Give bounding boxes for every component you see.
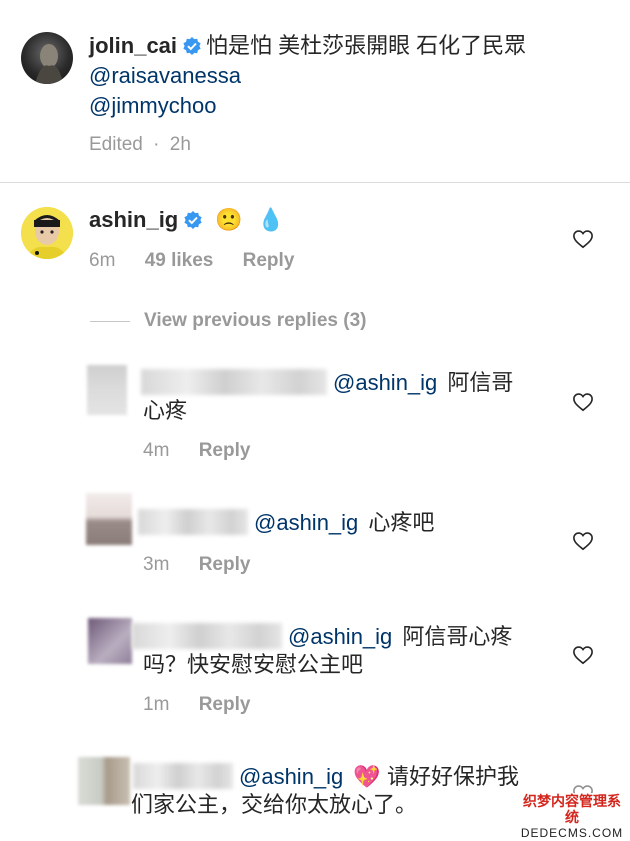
reply-4-line1: @ashin_ig 💖 请好好保护我 — [133, 762, 519, 792]
reply-4-heart-emoji: 💖 — [353, 764, 381, 789]
ashin-ig-avatar[interactable] — [21, 207, 73, 259]
reply-2-avatar[interactable] — [86, 493, 132, 545]
comment-reply-button[interactable]: Reply — [243, 250, 295, 271]
reply-1-line1: @ashin_ig 阿信哥 — [141, 368, 513, 398]
reply-4-text: 请好好保护我 — [386, 764, 519, 789]
view-previous-replies-button[interactable]: View previous replies (3) — [144, 310, 366, 332]
reply-1-reply-button[interactable]: Reply — [199, 440, 251, 461]
caption-time: 2h — [169, 134, 191, 155]
reply-3-reply-button[interactable]: Reply — [199, 694, 251, 715]
reply-3-time: 1m — [143, 694, 170, 715]
caption-text: 怕是怕 美杜莎張開眼 石化了民眾 — [205, 33, 527, 58]
reply-4-username-redacted[interactable] — [133, 763, 233, 789]
reply-1-username-redacted[interactable] — [141, 369, 327, 395]
reply-2-text: 心疼吧 — [368, 510, 435, 535]
heart-icon[interactable] — [572, 229, 594, 249]
reply-1-line2: 心疼 — [143, 398, 188, 423]
reply-1-time: 4m — [143, 440, 170, 461]
watermark: 织梦内容管理系统 DEDECMS.COM — [518, 793, 626, 841]
avatar-photo — [35, 44, 63, 84]
caption-meta: Edited · 2h — [89, 134, 191, 156]
caption-divider — [0, 182, 630, 183]
mention-jimmychoo[interactable]: @jimmychoo — [89, 91, 216, 121]
reply-3-username-redacted[interactable] — [132, 623, 282, 649]
heart-icon[interactable] — [572, 645, 594, 665]
comment-line: ashin_ig 🙁 💧 — [89, 205, 284, 235]
comment-meta: 6m 49 likes Reply — [89, 250, 294, 272]
reply-2-mention[interactable]: @ashin_ig — [254, 510, 358, 535]
heart-icon[interactable] — [572, 392, 594, 412]
meta-separator: · — [153, 134, 160, 155]
reply-2-line1: @ashin_ig 心疼吧 — [138, 508, 434, 538]
mention-raisavanessa[interactable]: @raisavanessa — [89, 61, 241, 91]
reply-1-avatar[interactable] — [87, 365, 127, 415]
reply-2-meta: 3m Reply — [143, 554, 250, 576]
caption-username[interactable]: jolin_cai — [89, 33, 177, 58]
verified-badge-icon — [184, 211, 202, 229]
edited-label: Edited — [89, 134, 143, 155]
comment-username[interactable]: ashin_ig — [89, 207, 178, 232]
reply-3-text: 阿信哥心疼 — [402, 624, 513, 649]
reply-4-line2: 们家公主，交给你太放心了。 — [131, 792, 418, 817]
caption-line1: jolin_cai 怕是怕 美杜莎張開眼 石化了民眾 — [89, 31, 526, 61]
reply-1-meta: 4m Reply — [143, 440, 250, 462]
reply-4-avatar[interactable] — [78, 757, 130, 805]
comment-time: 6m — [89, 250, 116, 271]
sad-face-emoji: 🙁 — [215, 207, 243, 232]
jolin-cai-avatar[interactable] — [21, 32, 73, 84]
avatar-photo — [21, 207, 73, 259]
reply-4-mention[interactable]: @ashin_ig — [239, 764, 343, 789]
watermark-line2: DEDECMS.COM — [520, 826, 624, 840]
reply-2-username-redacted[interactable] — [138, 509, 248, 535]
reply-2-reply-button[interactable]: Reply — [199, 554, 251, 575]
droplet-emoji: 💧 — [257, 207, 285, 232]
reply-1-text: 阿信哥 — [447, 370, 514, 395]
reply-3-avatar[interactable] — [88, 618, 132, 664]
reply-1-mention[interactable]: @ashin_ig — [333, 370, 437, 395]
reply-2-time: 3m — [143, 554, 170, 575]
reply-3-line1: @ashin_ig 阿信哥心疼 — [132, 622, 512, 652]
verified-badge-icon — [182, 37, 201, 55]
reply-3-line2: 吗？快安慰安慰公主吧 — [143, 652, 364, 677]
watermark-line1: 织梦内容管理系统 — [523, 793, 621, 825]
reply-3-meta: 1m Reply — [143, 694, 250, 716]
comment-likes[interactable]: 49 likes — [145, 250, 214, 271]
view-previous-line — [90, 321, 130, 322]
heart-icon[interactable] — [572, 531, 594, 551]
reply-3-mention[interactable]: @ashin_ig — [288, 624, 392, 649]
